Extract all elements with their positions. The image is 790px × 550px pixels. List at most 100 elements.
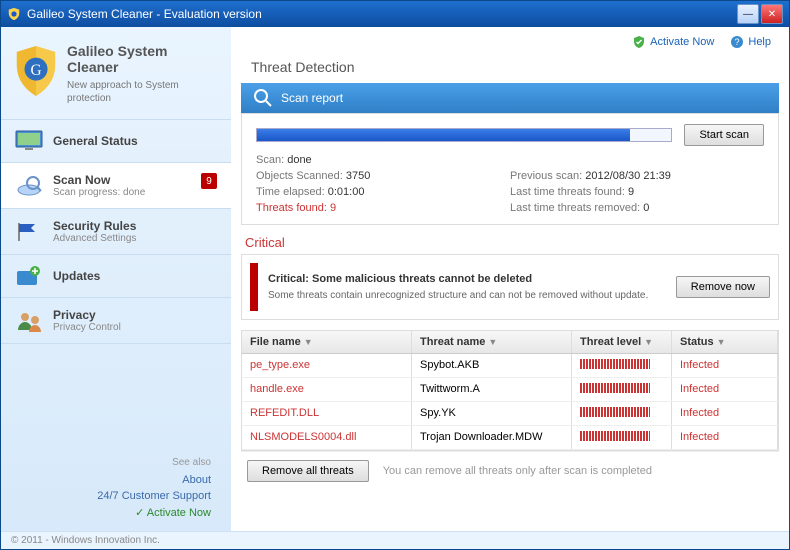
nav-label: Scan Now [53,173,145,187]
cell-level [572,354,672,377]
col-threat[interactable]: Threat name▼ [412,331,572,353]
content: G Galileo System Cleaner New approach to… [1,27,789,531]
see-also-heading: See also [21,457,211,468]
cell-status: Infected [672,402,778,425]
privacy-icon [15,310,43,332]
cell-status: Infected [672,378,778,401]
critical-indicator [250,263,258,311]
brand-subtitle: New approach to System protection [67,79,219,105]
table-row[interactable]: pe_type.exeSpybot.AKB Infected [242,354,778,378]
sort-icon: ▼ [717,337,726,347]
critical-subtitle: Some threats contain unrecognized struct… [268,289,648,302]
cell-file: handle.exe [242,378,412,401]
nav-label: Privacy [53,308,121,322]
critical-title: Critical: Some malicious threats cannot … [268,273,648,285]
copyright: © 2011 - Windows Innovation Inc. [1,531,789,549]
nav-label: Updates [53,269,100,283]
cell-threat: Trojan Downloader.MDW [412,426,572,449]
col-file[interactable]: File name▼ [242,331,412,353]
flag-icon [15,221,43,243]
sidebar-item-scan[interactable]: Scan Now Scan progress: done 9 [1,162,231,209]
threat-table: File name▼ Threat name▼ Threat level▼ St… [241,330,779,451]
nav-label: General Status [53,134,138,148]
threat-level-bar [580,431,650,441]
sort-icon: ▼ [304,337,313,347]
remove-all-button[interactable]: Remove all threats [247,460,369,482]
updates-icon [15,265,43,287]
threats-found: 9 [330,202,336,214]
progress-bar [256,128,672,142]
svg-text:G: G [30,62,41,79]
cell-file: REFEDIT.DLL [242,402,412,425]
cell-file: NLSMODELS0004.dll [242,426,412,449]
time-elapsed: 0:01:00 [328,186,365,198]
cell-status: Infected [672,426,778,449]
sidebar: G Galileo System Cleaner New approach to… [1,27,231,531]
last-threats-found: 9 [628,186,634,198]
svg-text:?: ? [735,37,740,47]
previous-scan: 2012/08/30 21:39 [585,170,671,182]
table-row[interactable]: handle.exeTwittworm.A Infected [242,378,778,402]
cell-threat: Spy.YK [412,402,572,425]
link-about[interactable]: About [21,474,211,486]
cell-level [572,426,672,449]
sidebar-item-rules[interactable]: Security Rules Advanced Settings [1,208,231,255]
scan-icon [15,175,43,197]
threat-level-bar [580,407,650,417]
brand-title-2: Cleaner [67,59,219,75]
table-row[interactable]: REFEDIT.DLLSpy.YK Infected [242,402,778,426]
minimize-button[interactable]: — [737,4,759,24]
shield-icon: G [13,43,59,99]
cell-threat: Spybot.AKB [412,354,572,377]
sidebar-item-general[interactable]: General Status [1,119,231,163]
close-button[interactable]: ✕ [761,4,783,24]
top-link-help[interactable]: ? Help [730,35,771,49]
table-row[interactable]: NLSMODELS0004.dllTrojan Downloader.MDW In… [242,426,778,450]
bottom-bar: Remove all threats You can remove all th… [241,451,779,490]
sort-icon: ▼ [644,337,653,347]
critical-box: Critical: Some malicious threats cannot … [241,254,779,320]
magnifier-icon [253,88,273,108]
cell-file: pe_type.exe [242,354,412,377]
scan-status: done [287,154,311,166]
scan-box: Start scan Scan: done Objects Scanned: 3… [241,113,779,225]
brand-title-1: Galileo System [67,43,219,59]
app-window: Galileo System Cleaner - Evaluation vers… [0,0,790,550]
remove-now-button[interactable]: Remove now [676,276,770,298]
shield-check-icon [632,35,646,49]
nav-sublabel: Privacy Control [53,322,121,333]
cell-level [572,402,672,425]
col-status[interactable]: Status▼ [672,331,778,353]
titlebar: Galileo System Cleaner - Evaluation vers… [1,1,789,27]
link-support[interactable]: 24/7 Customer Support [21,490,211,502]
nav-sublabel: Advanced Settings [53,233,136,244]
critical-heading: Critical [245,235,775,250]
report-bar: Scan report [241,83,779,113]
cell-level [572,378,672,401]
nav-label: Security Rules [53,219,136,233]
nav-sublabel: Scan progress: done [53,187,145,198]
table-header: File name▼ Threat name▼ Threat level▼ St… [242,331,778,354]
brand-block: G Galileo System Cleaner New approach to… [1,35,231,119]
cell-status: Infected [672,354,778,377]
monitor-icon [15,130,43,152]
last-threats-removed: 0 [643,202,649,214]
help-icon: ? [730,35,744,49]
sidebar-item-updates[interactable]: Updates [1,254,231,298]
objects-scanned: 3750 [346,170,370,182]
sidebar-item-privacy[interactable]: Privacy Privacy Control [1,297,231,344]
col-level[interactable]: Threat level▼ [572,331,672,353]
page-title: Threat Detection [251,59,769,75]
start-scan-button[interactable]: Start scan [684,124,764,146]
sort-icon: ▼ [488,337,497,347]
cell-threat: Twittworm.A [412,378,572,401]
threat-level-bar [580,359,650,369]
link-activate[interactable]: Activate Now [21,506,211,519]
window-title: Galileo System Cleaner - Evaluation vers… [27,7,262,21]
threat-level-bar [580,383,650,393]
scan-badge: 9 [201,173,217,189]
main-panel: Activate Now ? Help Threat Detection Sca… [231,27,789,531]
app-icon [7,7,21,21]
top-link-activate[interactable]: Activate Now [632,35,714,49]
remove-note: You can remove all threats only after sc… [383,465,652,477]
